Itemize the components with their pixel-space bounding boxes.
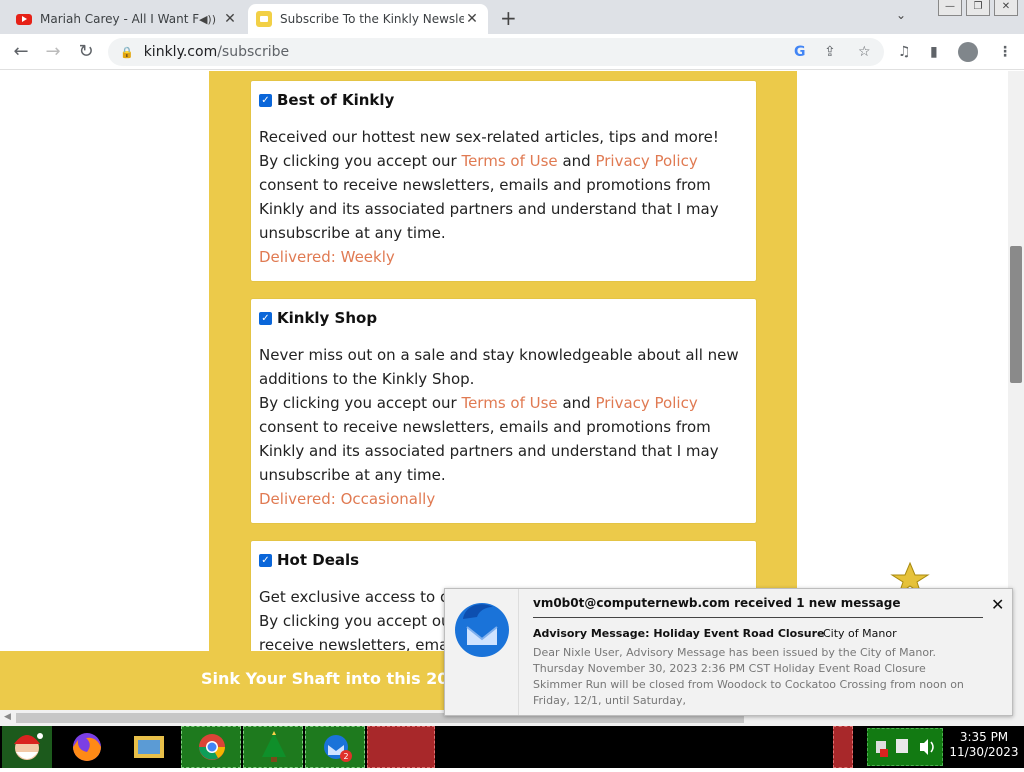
tab-search-chevron-down-icon[interactable]: ⌄ bbox=[896, 8, 906, 22]
menu-kebab-icon[interactable]: ⋮ bbox=[998, 44, 1012, 60]
taskbar-file-explorer[interactable] bbox=[124, 726, 174, 768]
share-icon[interactable]: ⇪ bbox=[824, 44, 836, 60]
scroll-left-arrow-icon[interactable]: ◀ bbox=[4, 712, 11, 722]
card-intro: Never miss out on a sale and stay knowle… bbox=[259, 346, 739, 388]
terms-of-use-link[interactable]: Terms of Use bbox=[461, 152, 557, 170]
forward-arrow-icon[interactable]: → bbox=[42, 41, 64, 62]
window-controls: — ❐ ✕ bbox=[938, 0, 1018, 16]
close-window-button[interactable]: ✕ bbox=[994, 0, 1018, 16]
url-path: /subscribe bbox=[217, 44, 290, 60]
thunderbird-taskbar-icon: 2 bbox=[324, 735, 352, 762]
taskbar-running-app[interactable] bbox=[367, 726, 435, 768]
taskbar-firefox[interactable] bbox=[62, 726, 112, 768]
bookmark-star-icon[interactable]: ☆ bbox=[858, 44, 871, 60]
audio-playing-icon[interactable]: ◀)) bbox=[199, 13, 216, 26]
accept-suffix: consent to receive newsletters, emails a… bbox=[259, 418, 719, 484]
delivery-frequency: Delivered: Occasionally bbox=[259, 490, 436, 508]
tab-close-button[interactable]: ✕ bbox=[222, 11, 238, 27]
message-subject: Advisory Message: Holiday Event Road Clo… bbox=[533, 627, 825, 640]
firefox-icon bbox=[73, 733, 101, 761]
notification-icon-area bbox=[445, 589, 519, 715]
xmas-tree-icon bbox=[262, 731, 286, 762]
tab-title: Mariah Carey - All I Want For Christmas … bbox=[40, 12, 199, 26]
taskbar-clock[interactable]: 3:35 PM 11/30/2023 bbox=[946, 730, 1022, 760]
accept-prefix: By clicking you accept our bbox=[259, 152, 457, 170]
message-preview: Dear Nixle User, Advisory Message has be… bbox=[533, 646, 964, 707]
card-heading: Kinkly Shop bbox=[277, 309, 378, 327]
privacy-policy-link[interactable]: Privacy Policy bbox=[595, 394, 697, 412]
browser-toolbar: ← → ↻ 🔒 kinkly.com/subscribe G ⇪ ☆ ♫ ▮ ⋮ bbox=[0, 34, 1024, 70]
tab-kinkly-subscribe[interactable]: Subscribe To the Kinkly Newsletter ✕ bbox=[248, 4, 488, 34]
folder-icon bbox=[134, 736, 164, 758]
notification-title: vm0b0t@computernewb.com received 1 new m… bbox=[533, 596, 901, 610]
system-tray bbox=[867, 728, 943, 766]
checkbox-hot-deals[interactable]: ✓ bbox=[259, 553, 272, 567]
clock-time: 3:35 PM bbox=[959, 730, 1009, 744]
google-lens-icon[interactable]: G bbox=[794, 44, 806, 60]
media-control-icon[interactable]: ♫ bbox=[898, 44, 911, 60]
youtube-icon bbox=[16, 13, 32, 25]
newsletter-card-kinkly-shop: ✓ Kinkly Shop Never miss out on a sale a… bbox=[250, 298, 757, 524]
card-intro: Received our hottest new sex-related art… bbox=[259, 128, 719, 146]
delivery-frequency: Delivered: Weekly bbox=[259, 248, 395, 266]
side-panel-icon[interactable]: ▮ bbox=[930, 44, 938, 60]
clock-date: 11/30/2023 bbox=[949, 745, 1019, 759]
tray-icons bbox=[876, 739, 934, 757]
scrollbar-thumb[interactable] bbox=[1010, 246, 1022, 383]
address-bar[interactable]: 🔒 kinkly.com/subscribe G ⇪ ☆ bbox=[108, 38, 884, 66]
restore-button[interactable]: ❐ bbox=[966, 0, 990, 16]
profile-avatar-icon[interactable] bbox=[958, 42, 978, 62]
taskbar-xmas-tree-app[interactable] bbox=[243, 726, 303, 768]
back-arrow-icon[interactable]: ← bbox=[10, 41, 32, 62]
notification-divider bbox=[533, 617, 983, 618]
url-domain: kinkly.com bbox=[143, 44, 218, 60]
card-intro: Get exclusive access to offe bbox=[259, 588, 469, 606]
volume-icon[interactable] bbox=[920, 739, 928, 755]
accept-prefix: By clicking you accept our bbox=[259, 612, 457, 630]
message-sender: City of Manor bbox=[823, 627, 897, 640]
santa-icon bbox=[14, 733, 43, 760]
newsletter-card-best-of-kinkly: ✓ Best of Kinkly Received our hottest ne… bbox=[250, 80, 757, 282]
reload-icon[interactable]: ↻ bbox=[75, 41, 97, 62]
card-heading: Best of Kinkly bbox=[277, 91, 395, 109]
taskbar: 2 3:35 PM 11/30/2023 bbox=[0, 726, 1024, 768]
tab-strip: Mariah Carey - All I Want For Christmas … bbox=[0, 0, 1024, 34]
taskbar-chrome[interactable] bbox=[181, 726, 241, 768]
and-text: and bbox=[562, 394, 591, 412]
checkbox-kinkly-shop[interactable]: ✓ bbox=[259, 311, 272, 325]
tab-close-button[interactable]: ✕ bbox=[464, 11, 480, 27]
card-heading: Hot Deals bbox=[277, 551, 360, 569]
new-tab-button[interactable]: + bbox=[500, 6, 520, 30]
checkbox-best-of-kinkly[interactable]: ✓ bbox=[259, 93, 272, 107]
minimize-button[interactable]: — bbox=[938, 0, 962, 16]
kinkly-favicon-icon bbox=[256, 11, 272, 27]
accept-suffix: consent to receive newsletters, emails a… bbox=[259, 176, 719, 242]
chrome-icon bbox=[199, 734, 225, 760]
new-mail-notification[interactable]: vm0b0t@computernewb.com received 1 new m… bbox=[444, 588, 1013, 716]
tab-mariah-carey[interactable]: Mariah Carey - All I Want For Christmas … bbox=[8, 4, 246, 34]
network-icon[interactable] bbox=[896, 739, 908, 753]
tab-title: Subscribe To the Kinkly Newsletter bbox=[280, 12, 464, 26]
thunderbird-icon bbox=[455, 603, 509, 657]
privacy-policy-link[interactable]: Privacy Policy bbox=[595, 152, 697, 170]
taskbar-thunderbird[interactable]: 2 bbox=[305, 726, 365, 768]
show-desktop-button[interactable] bbox=[833, 726, 853, 768]
terms-of-use-link[interactable]: Terms of Use bbox=[461, 394, 557, 412]
notification-close-button[interactable]: ✕ bbox=[991, 595, 1004, 614]
unread-badge: 2 bbox=[343, 752, 348, 761]
lock-icon: 🔒 bbox=[120, 45, 134, 59]
accept-prefix: By clicking you accept our bbox=[259, 394, 457, 412]
and-text: and bbox=[562, 152, 591, 170]
start-button[interactable] bbox=[2, 726, 52, 768]
